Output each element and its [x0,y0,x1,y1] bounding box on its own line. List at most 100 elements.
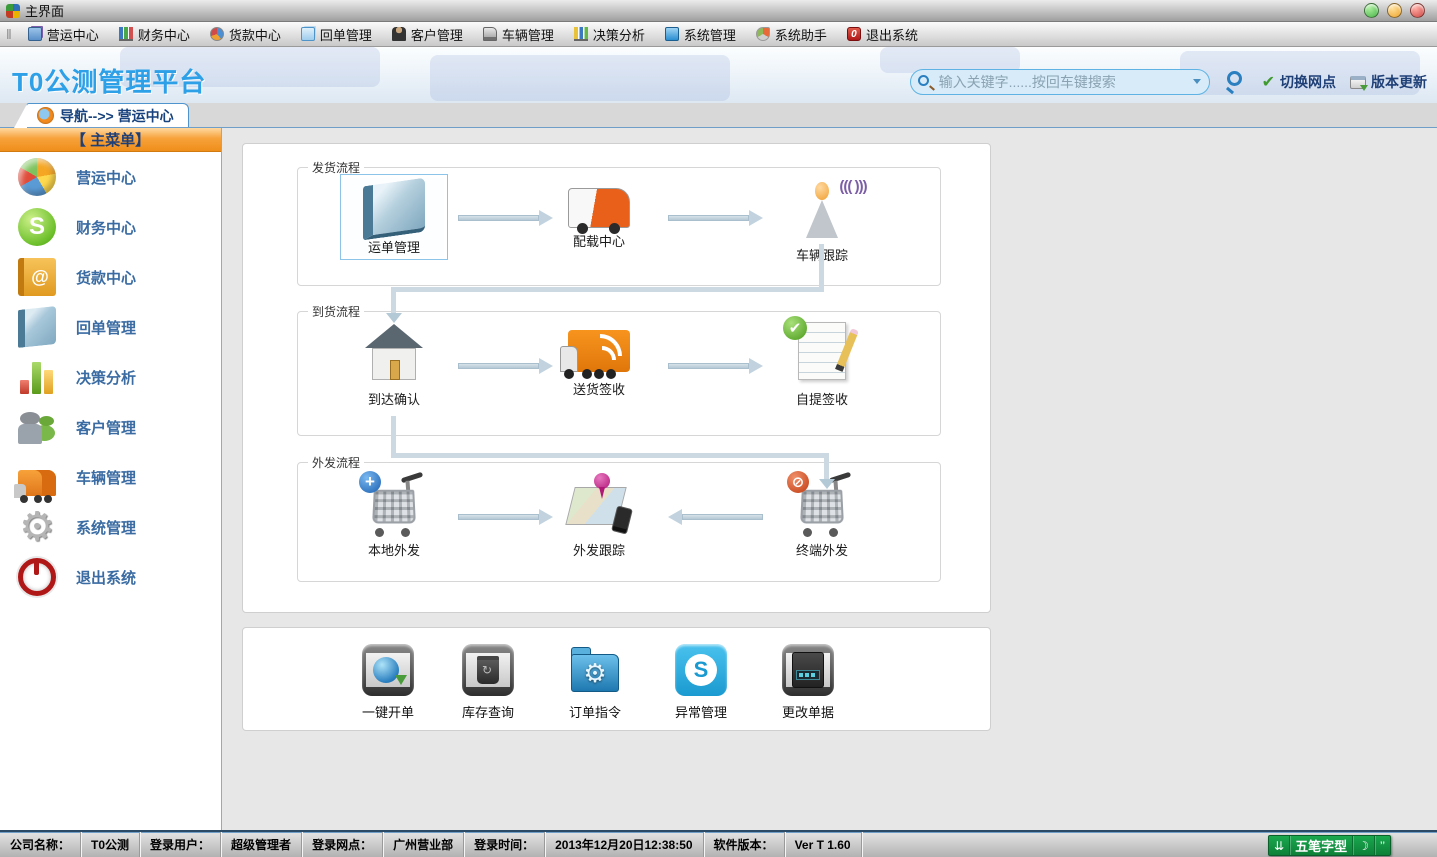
truck-icon [18,470,56,496]
sidebar-item-exit[interactable]: 退出系统 [0,552,221,602]
sidebar-item-finance[interactable]: S 财务中心 [0,202,221,252]
flow-item-label: 送货签收 [549,379,649,398]
flow-connector [391,287,396,315]
plus-badge-icon: + [359,471,381,493]
status-user-value: 超级管理者 [221,832,302,857]
flow-item-label: 本地外发 [344,540,444,559]
shortcut-order-instruction[interactable]: ⚙ 订单指令 [555,644,635,721]
menu-item-exit[interactable]: 0 退出系统 [837,22,928,47]
sidebar-item-payment[interactable]: @ 货款中心 [0,252,221,302]
menu-item-operations[interactable]: 营运中心 [18,22,109,47]
menu-item-payment[interactable]: 货款中心 [200,22,291,47]
version-update-label: 版本更新 [1371,72,1427,92]
sidebar-item-label: 退出系统 [76,567,136,588]
flow-item-waybill[interactable]: 运单管理 [344,178,444,256]
flow-item-label: 终端外发 [772,540,872,559]
antenna-icon: ((( ))) [791,178,853,240]
flow-item-outsource-tracking[interactable]: 外发跟踪 [549,473,649,559]
flow-connector [391,287,824,292]
shortcut-label: 异常管理 [661,702,741,721]
menu-item-label: 退出系统 [866,25,918,44]
delivery-truck-icon [568,330,630,372]
search-dropdown-icon[interactable] [1193,79,1201,84]
flow-section-outsource: 外发流程 + 本地外发 外发跟踪 [297,462,941,582]
house-icon [363,322,425,384]
shortcut-quick-order[interactable]: 一键开单 [348,644,428,721]
sidebar-item-receipt[interactable]: 回单管理 [0,302,221,352]
window-controls [1364,3,1431,18]
people-icon [18,408,56,446]
tab-bar: 导航-->> 营运中心 [0,103,1437,128]
ime-mode-label[interactable]: 五笔字型 [1290,836,1353,855]
ime-punct-icon[interactable]: ’’ [1375,836,1390,855]
menu-item-system[interactable]: 系统管理 [655,22,746,47]
sidebar-item-system[interactable]: ⚙ 系统管理 [0,502,221,552]
flow-item-local-outsource[interactable]: + 本地外发 [344,473,444,559]
check-icon: ✔ [1262,72,1275,92]
menu-item-finance[interactable]: 财务中心 [109,22,200,47]
menu-item-label: 系统管理 [684,25,736,44]
menu-bar: ‖ 营运中心 财务中心 货款中心 回单管理 客户管理 车辆管理 决策分析 系统管… [0,22,1437,47]
sidebar-item-analysis[interactable]: 决策分析 [0,352,221,402]
globe-download-icon [362,644,414,696]
operations-icon [28,27,42,41]
exit-icon: 0 [847,27,861,41]
shortcut-modify-document[interactable]: 更改单据 [768,644,848,721]
status-company-label: 公司名称： [0,832,81,857]
status-site-value: 广州营业部 [383,832,464,857]
switch-site-label: 切换网点 [1280,72,1336,92]
flow-item-delivery-sign[interactable]: 送货签收 [549,322,649,398]
flow-item-arrival-confirm[interactable]: 到达确认 [344,322,444,408]
sidebar-item-label: 车辆管理 [76,467,136,488]
sidebar: 【 主菜单】 营运中心 S 财务中心 @ 货款中心 回单管理 决策分析 客户管理… [0,128,222,830]
flow-arrow-left [668,509,763,525]
version-update-button[interactable]: 版本更新 [1350,72,1427,92]
flow-section-dispatch: 发货流程 运单管理 配载中心 ((( ))) 车辆跟踪 [297,167,941,286]
map-decoration [430,55,730,101]
status-bar: 公司名称： T0公测 登录用户： 超级管理者 登录网点： 广州营业部 登录时间：… [0,830,1437,857]
signed-note-icon: ✔ [791,322,853,384]
flow-item-loading-center[interactable]: 配载中心 [549,178,649,250]
update-window-icon [1350,76,1366,89]
sidebar-item-customer[interactable]: 客户管理 [0,402,221,452]
flow-panel: 发货流程 运单管理 配载中心 ((( ))) 车辆跟踪 [242,143,991,613]
stop-badge-icon: ⊘ [787,471,809,493]
menu-item-vehicle[interactable]: 车辆管理 [473,22,564,47]
maximize-button[interactable] [1387,3,1402,18]
shortcut-exception-mgmt[interactable]: S 异常管理 [661,644,741,721]
analysis-icon [574,27,588,41]
sidebar-item-label: 客户管理 [76,417,136,438]
globe-icon [37,107,54,124]
search-button[interactable] [1224,70,1248,94]
flow-item-label: 自提签收 [772,389,872,408]
menu-item-label: 客户管理 [411,25,463,44]
bar-chart-icon [18,358,56,396]
flow-item-selfpickup-sign[interactable]: ✔ 自提签收 [772,322,872,408]
sidebar-item-vehicle[interactable]: 车辆管理 [0,452,221,502]
status-logintime-label: 登录时间： [464,832,545,857]
status-site-label: 登录网点： [302,832,383,857]
search-input[interactable] [910,69,1210,95]
close-button[interactable] [1410,3,1425,18]
menu-item-customer[interactable]: 客户管理 [382,22,473,47]
menu-item-label: 决策分析 [593,25,645,44]
flow-item-label: 外发跟踪 [549,540,649,559]
ime-toolbar[interactable]: ⇊ 五笔字型 ☽ ’’ [1268,835,1391,856]
sidebar-item-operations[interactable]: 营运中心 [0,152,221,202]
menu-item-label: 货款中心 [229,25,281,44]
sidebar-item-label: 决策分析 [76,367,136,388]
menu-item-assistant[interactable]: 系统助手 [746,22,837,47]
switch-site-button[interactable]: ✔ 切换网点 [1262,72,1336,92]
search-box [910,69,1210,95]
sidebar-item-label: 货款中心 [76,267,136,288]
sidebar-item-label: 营运中心 [76,167,136,188]
shortcut-stock-query[interactable]: 库存查询 [448,644,528,721]
ime-chevron-icon[interactable]: ⇊ [1269,836,1290,855]
menu-item-receipt[interactable]: 回单管理 [291,22,382,47]
menu-item-analysis[interactable]: 决策分析 [564,22,655,47]
tab-navigation-operations[interactable]: 导航-->> 营运中心 [26,103,189,127]
ime-fullhalf-icon[interactable]: ☽ [1353,836,1375,855]
menu-item-label: 营运中心 [47,25,99,44]
minimize-button[interactable] [1364,3,1379,18]
cart-plus-icon: + [363,473,425,535]
